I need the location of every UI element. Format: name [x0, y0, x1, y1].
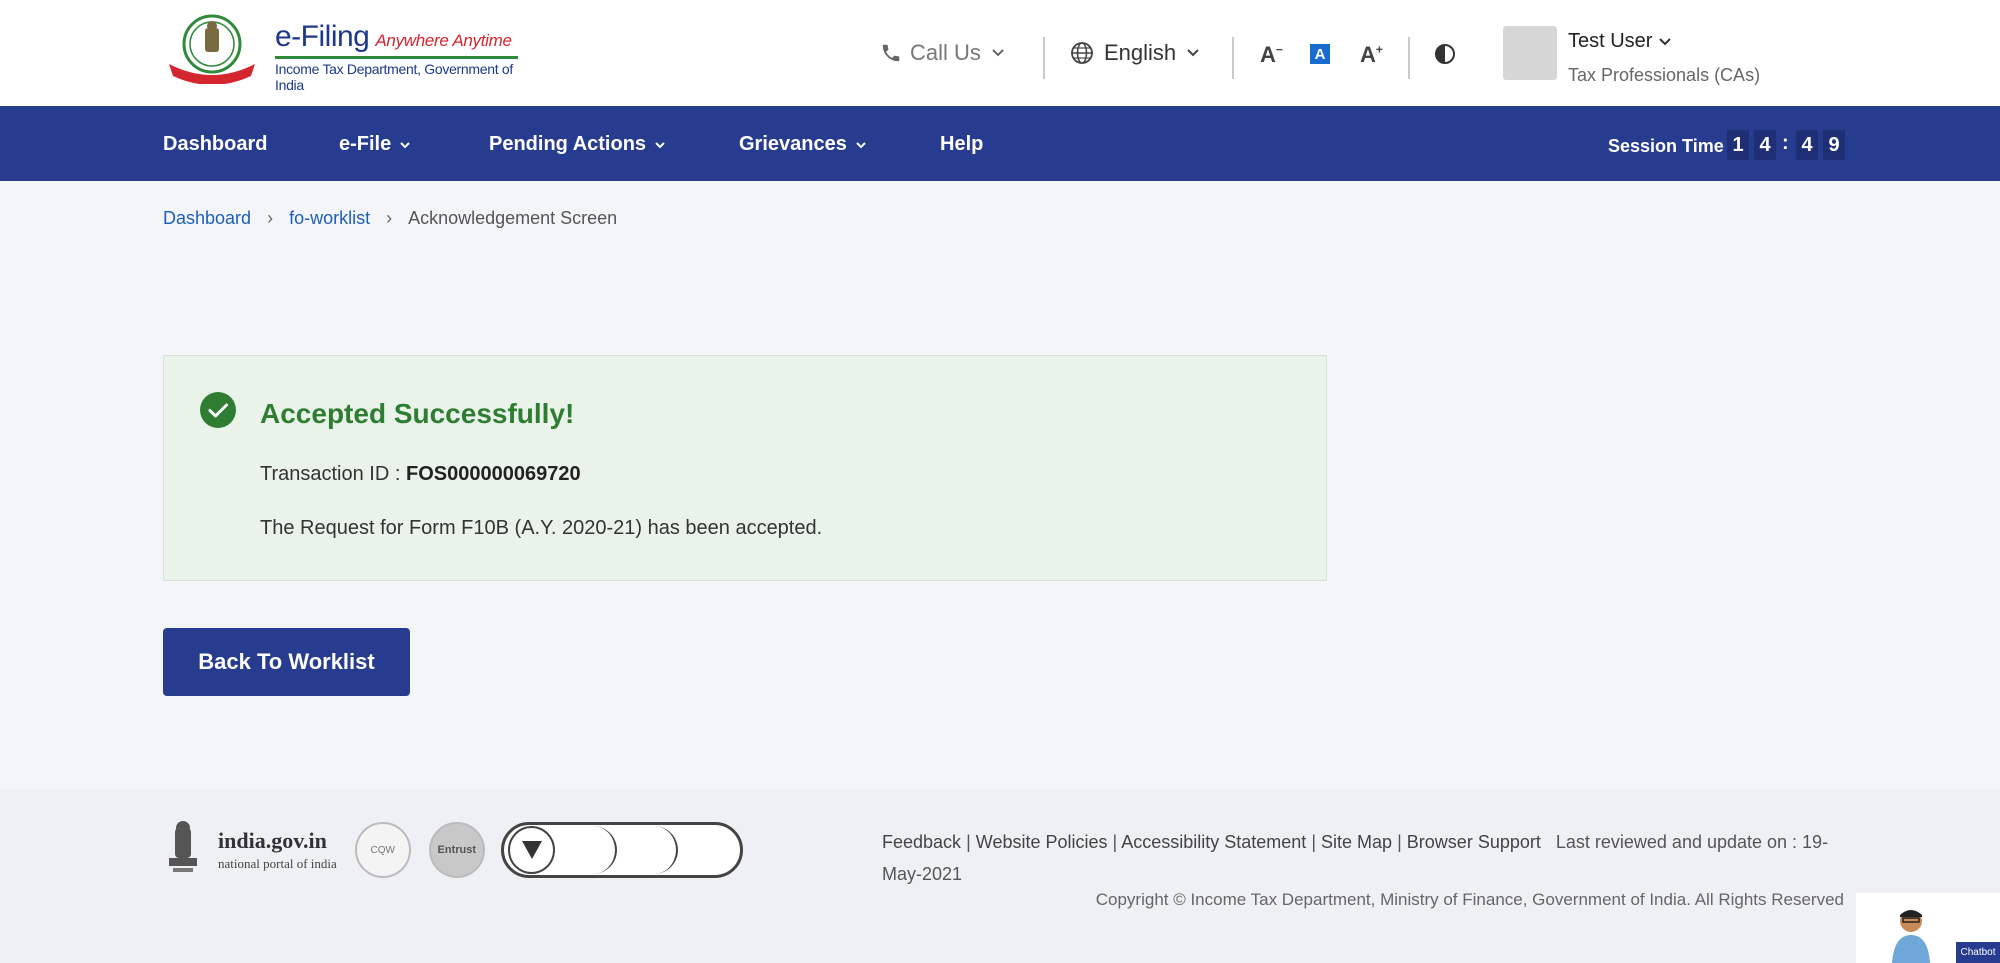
- footer-link-accessibility[interactable]: Accessibility Statement: [1121, 832, 1306, 852]
- chatbot-avatar-icon: [1892, 910, 1930, 963]
- font-normal-button[interactable]: A: [1310, 44, 1330, 64]
- iso-segment: [555, 826, 617, 874]
- breadcrumb-separator: ›: [386, 208, 393, 228]
- success-card: Accepted Successfully! Transaction ID : …: [163, 355, 1327, 581]
- top-header: e-Filing Anywhere Anytime Income Tax Dep…: [0, 0, 2000, 106]
- session-digit: 9: [1823, 130, 1845, 160]
- globe-icon: [1071, 42, 1093, 64]
- call-us-label: Call Us: [910, 40, 981, 65]
- check-circle-icon: [200, 392, 236, 428]
- header-divider: [1043, 37, 1045, 79]
- main-nav: Dashboard e-File Pending Actions Grievan…: [0, 106, 2000, 181]
- session-digit: 4: [1796, 130, 1818, 160]
- footer-badges: india.gov.in national portal of india CQ…: [163, 820, 743, 880]
- breadcrumb-separator: ›: [267, 208, 274, 228]
- language-dropdown[interactable]: English: [1070, 40, 1200, 66]
- chatbot-widget[interactable]: Chatbot: [1856, 893, 2000, 963]
- transaction-id-label: Transaction ID :: [260, 463, 406, 485]
- nav-help[interactable]: Help: [940, 133, 983, 156]
- chevron-down-icon: [655, 141, 665, 148]
- contrast-toggle-icon[interactable]: [1434, 43, 1456, 70]
- efiling-logo[interactable]: e-Filing Anywhere Anytime Income Tax Dep…: [163, 14, 518, 93]
- user-menu[interactable]: Test User: [1568, 30, 1672, 53]
- logo-subtitle: Income Tax Department, Government of Ind…: [275, 56, 518, 93]
- result-message: The Request for Form F10B (A.Y. 2020-21)…: [260, 517, 823, 539]
- chevron-down-icon: [1659, 37, 1672, 45]
- logo-title: e-Filing: [275, 20, 370, 53]
- national-emblem-icon: [169, 821, 197, 872]
- entrust-badge: Entrust: [428, 822, 485, 878]
- footer-links: Feedback | Website Policies | Accessibil…: [882, 832, 1829, 884]
- nav-e-file[interactable]: e-File: [339, 133, 411, 156]
- footer-link-feedback[interactable]: Feedback: [882, 832, 961, 852]
- india-gov-link[interactable]: india.gov.in national portal of india: [218, 828, 337, 872]
- avatar[interactable]: [1503, 26, 1557, 80]
- breadcrumb-current: Acknowledgement Screen: [408, 208, 618, 228]
- chevron-down-icon: [400, 141, 410, 148]
- session-time-label: Session Time: [1608, 136, 1724, 156]
- phone-icon: [882, 44, 900, 62]
- emblem-seal-icon: [163, 14, 261, 85]
- header-divider: [1408, 37, 1410, 79]
- session-digit: 1: [1727, 130, 1749, 160]
- language-label: English: [1104, 40, 1177, 65]
- chevron-down-icon: [856, 141, 866, 148]
- copyright-text: Copyright © Income Tax Department, Minis…: [1095, 890, 1844, 909]
- iso-segment: [617, 826, 679, 874]
- chatbot-label: Chatbot: [1956, 942, 2000, 963]
- breadcrumb: Dashboard › fo-worklist › Acknowledgemen…: [163, 208, 617, 229]
- breadcrumb-fo-worklist[interactable]: fo-worklist: [289, 208, 370, 229]
- footer: india.gov.in national portal of india CQ…: [0, 790, 2000, 963]
- nav-pending-actions[interactable]: Pending Actions: [489, 133, 666, 156]
- user-name: Test User: [1568, 30, 1653, 52]
- nav-dashboard[interactable]: Dashboard: [163, 133, 267, 156]
- user-role: Tax Professionals (CAs): [1568, 65, 1761, 85]
- breadcrumb-dashboard[interactable]: Dashboard: [163, 208, 251, 229]
- logo-tagline: Anywhere Anytime: [375, 31, 512, 50]
- call-us-dropdown[interactable]: Call Us: [880, 40, 1013, 66]
- transaction-id-row: Transaction ID : FOS000000069720: [260, 463, 581, 486]
- transaction-id-value: FOS000000069720: [405, 463, 581, 485]
- result-title: Accepted Successfully!: [260, 398, 575, 429]
- session-colon: :: [1782, 132, 1789, 154]
- font-increase-button[interactable]: A+: [1360, 42, 1383, 68]
- back-to-worklist-button[interactable]: Back To Worklist: [163, 628, 410, 696]
- chevron-down-icon: [992, 49, 1004, 57]
- session-digit: 4: [1754, 130, 1776, 160]
- chevron-down-icon: [1187, 49, 1199, 57]
- cqw-badge: CQW: [354, 822, 411, 878]
- footer-link-site-map[interactable]: Site Map: [1321, 832, 1392, 852]
- iso-certification-badge: [500, 822, 743, 878]
- font-decrease-button[interactable]: A−: [1260, 42, 1283, 68]
- footer-link-website-policies[interactable]: Website Policies: [976, 832, 1108, 852]
- nav-grievances[interactable]: Grievances: [739, 133, 867, 156]
- iso-segment: [678, 826, 739, 874]
- header-divider: [1232, 37, 1234, 79]
- footer-link-browser-support[interactable]: Browser Support: [1407, 832, 1541, 852]
- bsi-logo-icon: [507, 826, 556, 874]
